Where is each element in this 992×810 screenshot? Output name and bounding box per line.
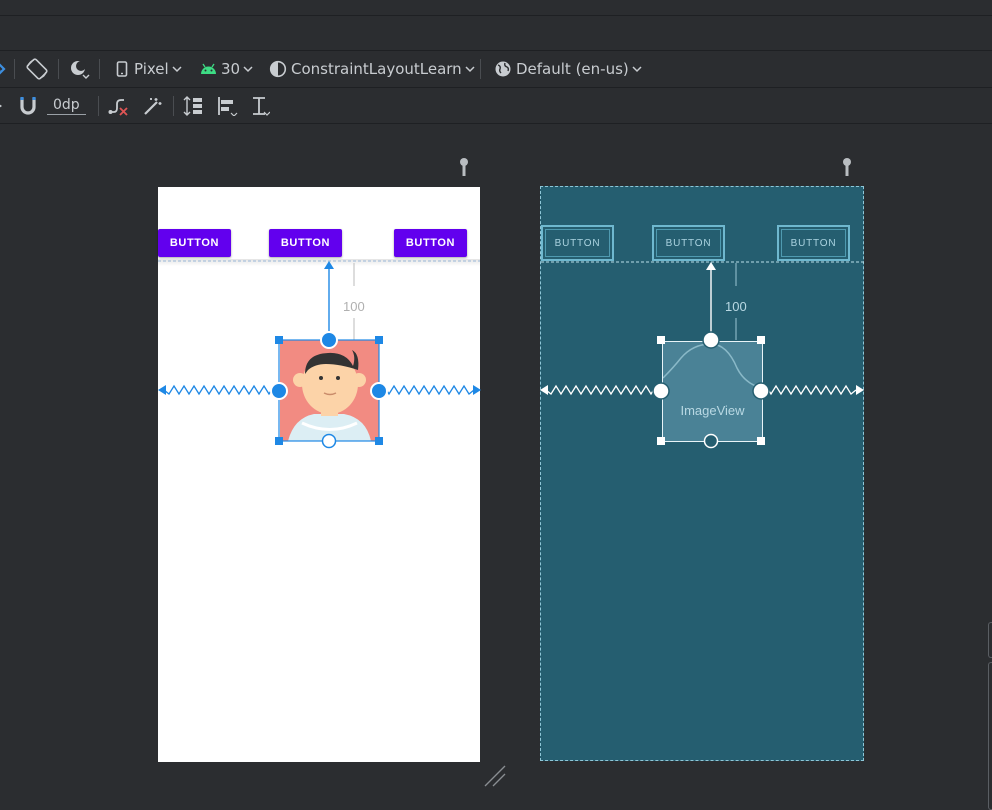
orientation-icon[interactable] [0, 51, 10, 87]
resize-pin-icon[interactable] [843, 158, 851, 176]
night-mode-icon[interactable] [68, 51, 90, 87]
pack-icon[interactable] [183, 88, 203, 123]
blueprint-surface[interactable]: BUTTON BUTTON BUTTON ImageView [540, 186, 864, 761]
resize-pin-icon[interactable] [460, 158, 468, 176]
device-label: Pixel [134, 60, 169, 78]
blueprint-button-1[interactable]: BUTTON [541, 225, 614, 261]
avatar-person-icon [280, 340, 379, 441]
chevron-down-icon [632, 66, 642, 73]
infer-constraints-icon[interactable] [142, 88, 164, 123]
blueprint-button-3[interactable]: BUTTON [777, 225, 850, 261]
image-silhouette-icon [663, 343, 762, 389]
layout-toolbar: Pixel 30 ConstraintLayoutLearn Default (… [0, 51, 992, 88]
default-margin-selector[interactable]: 0dp [47, 88, 86, 123]
device-selector[interactable]: Pixel [116, 51, 182, 87]
design-button-2[interactable]: BUTTON [269, 229, 342, 257]
chevron-down-icon [172, 66, 182, 73]
button-row-shadow [158, 259, 480, 266]
phone-icon [116, 61, 128, 77]
resize-grip-icon[interactable] [484, 765, 506, 787]
design-surface[interactable]: BUTTON BUTTON BUTTON [158, 187, 480, 762]
constraint-toolbar: 0dp [0, 88, 992, 124]
api-level-label: 30 [221, 60, 241, 78]
chevron-down-icon [243, 66, 253, 73]
globe-icon [495, 61, 511, 77]
design-margin-label: 100 [343, 299, 365, 314]
magnet-icon[interactable] [19, 88, 37, 123]
rotate-screen-icon[interactable] [25, 51, 49, 87]
view-options-icon[interactable] [0, 88, 6, 123]
side-panel-handle[interactable] [988, 622, 992, 658]
design-button-3[interactable]: BUTTON [394, 229, 467, 257]
margin-value: 0dp [47, 97, 86, 115]
side-panel-handle[interactable] [988, 662, 992, 810]
align-icon[interactable] [217, 88, 239, 123]
guidelines-icon[interactable] [250, 88, 270, 123]
locale-label: Default (en-us) [516, 60, 629, 78]
design-button-1[interactable]: BUTTON [158, 229, 231, 257]
api-level-selector[interactable]: 30 [200, 51, 253, 87]
android-icon [201, 63, 216, 74]
blueprint-button-2[interactable]: BUTTON [652, 225, 725, 261]
chevron-down-icon [465, 66, 475, 73]
avatar-image[interactable] [280, 340, 379, 441]
window-top-strip [0, 0, 992, 16]
image-view-label: ImageView [680, 403, 745, 418]
editor-tab-strip [0, 16, 992, 51]
theme-icon [269, 60, 287, 78]
theme-selector[interactable]: ConstraintLayoutLearn [269, 51, 475, 87]
clear-constraints-icon[interactable] [108, 88, 130, 123]
blueprint-margin-label: 100 [725, 299, 747, 314]
blueprint-image-view[interactable]: ImageView [662, 341, 763, 442]
theme-label: ConstraintLayoutLearn [291, 60, 462, 78]
locale-selector[interactable]: Default (en-us) [494, 51, 642, 87]
